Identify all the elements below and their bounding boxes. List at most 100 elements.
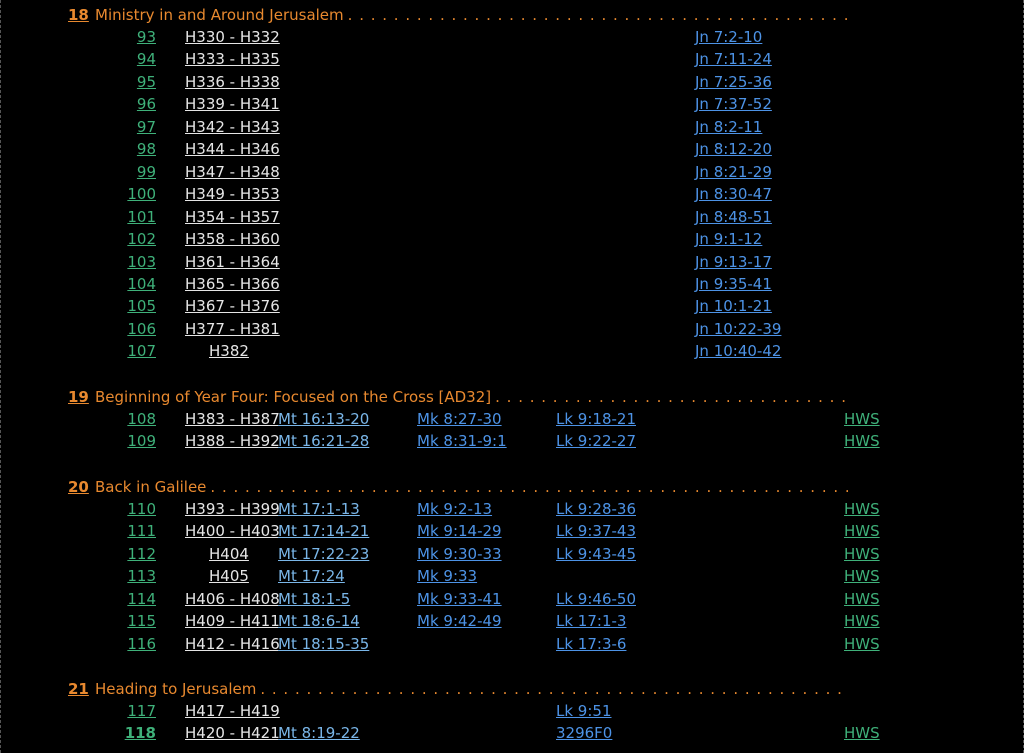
section-link[interactable]: 108 — [116, 410, 156, 428]
john-ref-link[interactable]: Jn 9:1-12 — [695, 230, 762, 248]
luke-ref-link[interactable]: 3296F0 — [556, 724, 612, 742]
section-number-link[interactable]: 18 — [68, 6, 89, 24]
luke-ref-link[interactable]: Lk 9:46-50 — [556, 590, 636, 608]
john-ref-link[interactable]: Jn 8:21-29 — [695, 163, 772, 181]
section-link[interactable]: 105 — [116, 297, 156, 315]
luke-ref-link[interactable]: Lk 9:18-21 — [556, 410, 636, 428]
matthew-ref-link[interactable]: Mt 17:1-13 — [278, 500, 360, 518]
luke-ref-link[interactable]: Lk 9:28-36 — [556, 500, 636, 518]
harmony-ref-link[interactable]: H405 — [209, 567, 249, 585]
matthew-ref-link[interactable]: Mt 16:21-28 — [278, 432, 369, 450]
section-link[interactable]: 110 — [116, 500, 156, 518]
section-link[interactable]: 111 — [116, 522, 156, 540]
harmony-ref-link[interactable]: H349 - H353 — [185, 185, 280, 203]
hws-link[interactable]: HWS — [844, 500, 880, 518]
hws-link[interactable]: HWS — [844, 545, 880, 563]
harmony-ref-link[interactable]: H336 - H338 — [185, 73, 280, 91]
harmony-ref-link[interactable]: H367 - H376 — [185, 297, 280, 315]
harmony-ref-link[interactable]: H344 - H346 — [185, 140, 280, 158]
matthew-ref-link[interactable]: Mt 16:13-20 — [278, 410, 369, 428]
matthew-ref-link[interactable]: Mt 18:1-5 — [278, 590, 350, 608]
luke-ref-link[interactable]: Lk 9:51 — [556, 702, 612, 720]
john-ref-link[interactable]: Jn 7:11-24 — [695, 50, 772, 68]
section-link[interactable]: 100 — [116, 185, 156, 203]
harmony-ref-link[interactable]: H404 — [209, 545, 249, 563]
section-link[interactable]: 107 — [116, 342, 156, 360]
john-ref-link[interactable]: Jn 9:35-41 — [695, 275, 772, 293]
harmony-ref-link[interactable]: H342 - H343 — [185, 118, 280, 136]
john-ref-link[interactable]: Jn 8:12-20 — [695, 140, 772, 158]
harmony-ref-link[interactable]: H358 - H360 — [185, 230, 280, 248]
section-link[interactable]: 94 — [116, 50, 156, 68]
hws-link[interactable]: HWS — [844, 724, 880, 742]
mark-ref-link[interactable]: Mk 9:2-13 — [417, 500, 492, 518]
section-link[interactable]: 112 — [116, 545, 156, 563]
luke-ref-link[interactable]: Lk 9:43-45 — [556, 545, 636, 563]
mark-ref-link[interactable]: Mk 9:33 — [417, 567, 477, 585]
section-link[interactable]: 102 — [116, 230, 156, 248]
harmony-ref-link[interactable]: H400 - H403 — [185, 522, 280, 540]
harmony-ref-link[interactable]: H393 - H399 — [185, 500, 280, 518]
harmony-ref-link[interactable]: H412 - H416 — [185, 635, 280, 653]
harmony-ref-link[interactable]: H377 - H381 — [185, 320, 280, 338]
john-ref-link[interactable]: Jn 8:2-11 — [695, 118, 762, 136]
harmony-ref-link[interactable]: H333 - H335 — [185, 50, 280, 68]
luke-ref-link[interactable]: Lk 17:3-6 — [556, 635, 626, 653]
section-link[interactable]: 113 — [116, 567, 156, 585]
section-link[interactable]: 95 — [116, 73, 156, 91]
section-link[interactable]: 96 — [116, 95, 156, 113]
john-ref-link[interactable]: Jn 10:22-39 — [695, 320, 781, 338]
matthew-ref-link[interactable]: Mt 17:24 — [278, 567, 345, 585]
hws-link[interactable]: HWS — [844, 567, 880, 585]
harmony-ref-link[interactable]: H339 - H341 — [185, 95, 280, 113]
john-ref-link[interactable]: Jn 7:37-52 — [695, 95, 772, 113]
hws-link[interactable]: HWS — [844, 635, 880, 653]
matthew-ref-link[interactable]: Mt 18:15-35 — [278, 635, 369, 653]
section-link[interactable]: 93 — [116, 28, 156, 46]
section-link[interactable]: 109 — [116, 432, 156, 450]
harmony-ref-link[interactable]: H388 - H392 — [185, 432, 280, 450]
john-ref-link[interactable]: Jn 7:25-36 — [695, 73, 772, 91]
mark-ref-link[interactable]: Mk 9:33-41 — [417, 590, 502, 608]
mark-ref-link[interactable]: Mk 9:42-49 — [417, 612, 502, 630]
harmony-ref-link[interactable]: H409 - H411 — [185, 612, 280, 630]
harmony-ref-link[interactable]: H406 - H408 — [185, 590, 280, 608]
john-ref-link[interactable]: Jn 10:1-21 — [695, 297, 772, 315]
harmony-ref-link[interactable]: H383 - H387 — [185, 410, 280, 428]
section-link[interactable]: 114 — [116, 590, 156, 608]
harmony-ref-link[interactable]: H347 - H348 — [185, 163, 280, 181]
mark-ref-link[interactable]: Mk 9:30-33 — [417, 545, 502, 563]
hws-link[interactable]: HWS — [844, 590, 880, 608]
harmony-ref-link[interactable]: H417 - H419 — [185, 702, 280, 720]
hws-link[interactable]: HWS — [844, 410, 880, 428]
hws-link[interactable]: HWS — [844, 432, 880, 450]
hws-link[interactable]: HWS — [844, 522, 880, 540]
section-number-link[interactable]: 19 — [68, 388, 89, 406]
hws-link[interactable]: HWS — [844, 612, 880, 630]
matthew-ref-link[interactable]: Mt 8:19-22 — [278, 724, 360, 742]
section-number-link[interactable]: 21 — [68, 680, 89, 698]
section-link[interactable]: 104 — [116, 275, 156, 293]
section-link[interactable]: 101 — [116, 208, 156, 226]
section-link[interactable]: 115 — [116, 612, 156, 630]
section-link[interactable]: 99 — [116, 163, 156, 181]
section-link[interactable]: 106 — [116, 320, 156, 338]
harmony-ref-link[interactable]: H330 - H332 — [185, 28, 280, 46]
mark-ref-link[interactable]: Mk 9:14-29 — [417, 522, 502, 540]
section-link[interactable]: 116 — [116, 635, 156, 653]
section-link[interactable]: 97 — [116, 118, 156, 136]
john-ref-link[interactable]: Jn 10:40-42 — [695, 342, 781, 360]
matthew-ref-link[interactable]: Mt 17:22-23 — [278, 545, 369, 563]
mark-ref-link[interactable]: Mk 8:31-9:1 — [417, 432, 507, 450]
luke-ref-link[interactable]: Lk 17:1-3 — [556, 612, 626, 630]
luke-ref-link[interactable]: Lk 9:37-43 — [556, 522, 636, 540]
harmony-ref-link[interactable]: H365 - H366 — [185, 275, 280, 293]
harmony-ref-link[interactable]: H382 — [209, 342, 249, 360]
section-number-link[interactable]: 20 — [68, 478, 89, 496]
harmony-ref-link[interactable]: H354 - H357 — [185, 208, 280, 226]
mark-ref-link[interactable]: Mk 8:27-30 — [417, 410, 502, 428]
section-link[interactable]: 98 — [116, 140, 156, 158]
john-ref-link[interactable]: Jn 8:30-47 — [695, 185, 772, 203]
section-link[interactable]: 118 — [116, 724, 156, 742]
section-link[interactable]: 117 — [116, 702, 156, 720]
